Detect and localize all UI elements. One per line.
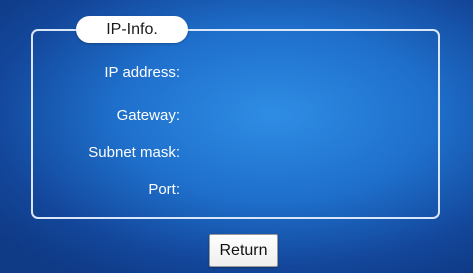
panel-title-tab: IP-Info. bbox=[76, 16, 188, 43]
ip-info-panel bbox=[31, 29, 440, 219]
gateway-label: Gateway: bbox=[116, 107, 180, 124]
port-label: Port: bbox=[148, 181, 180, 198]
subnet-mask-label: Subnet mask: bbox=[88, 144, 180, 161]
ip-address-label: IP address: bbox=[104, 64, 180, 81]
return-button[interactable]: Return bbox=[209, 234, 278, 267]
